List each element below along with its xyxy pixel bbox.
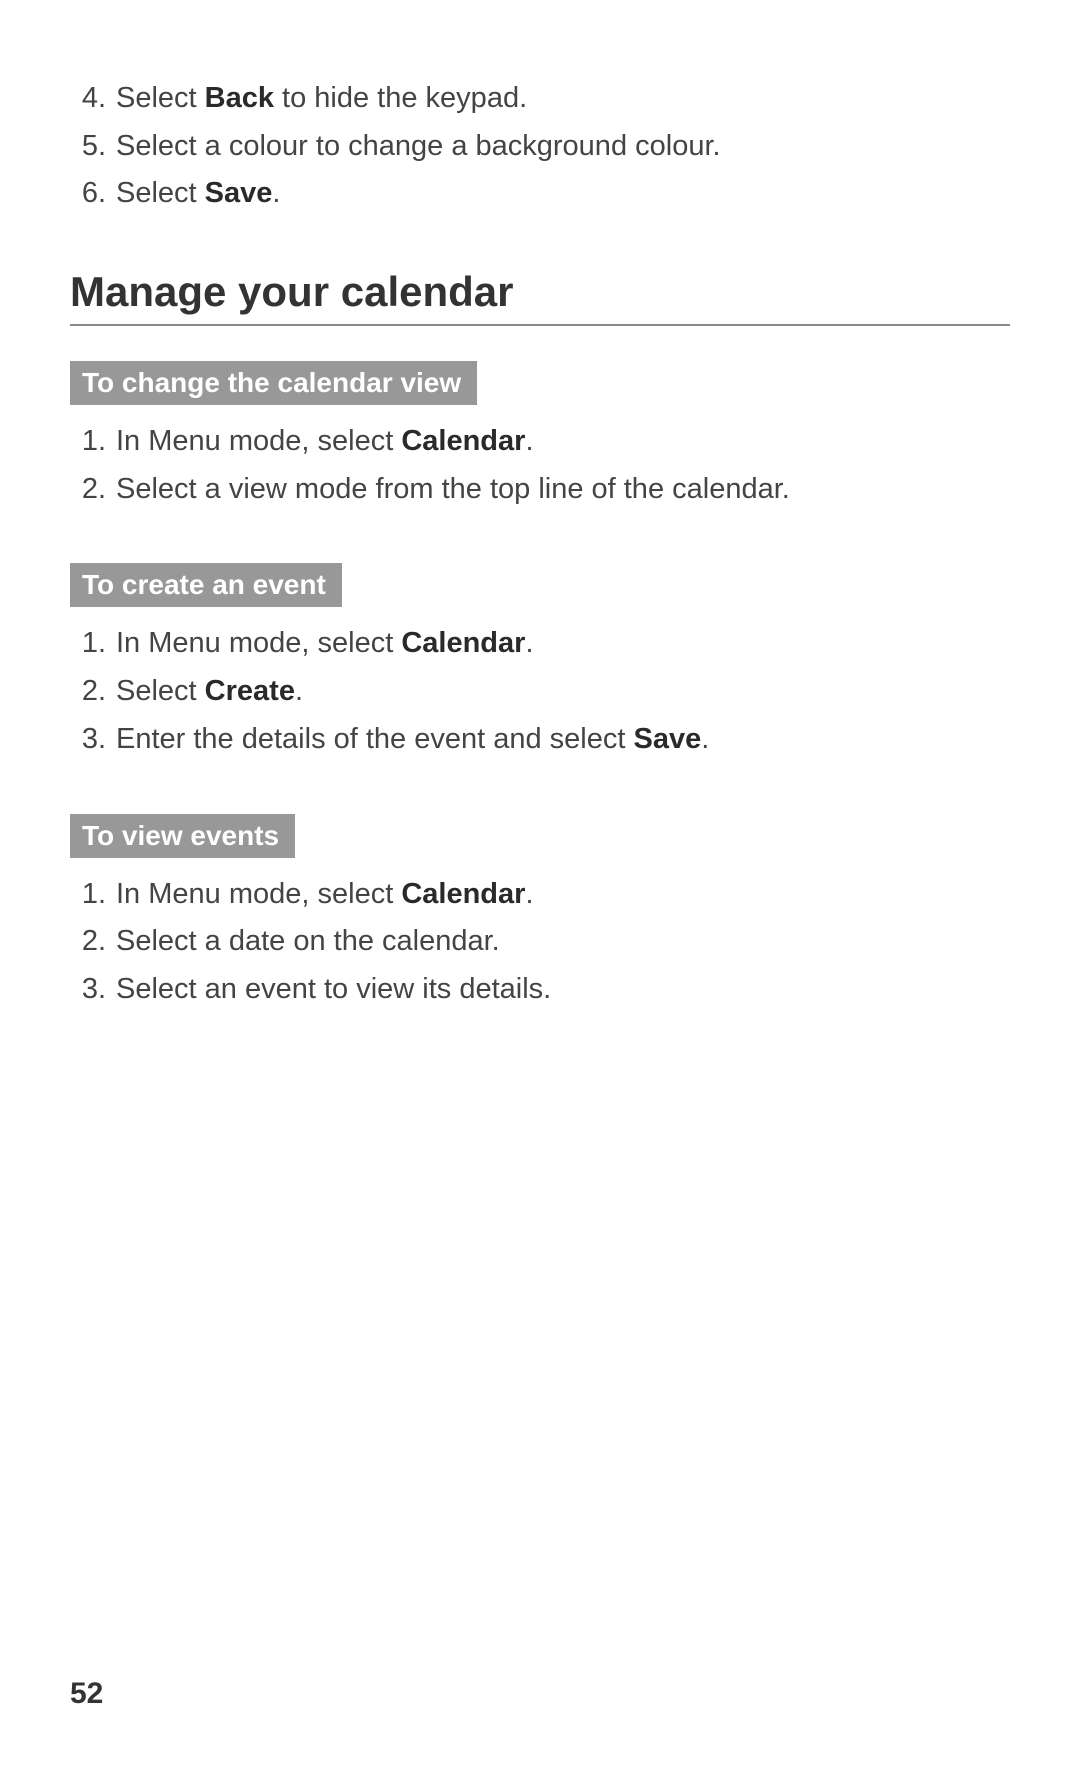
page-number: 52 <box>70 1677 103 1711</box>
list-number: 5. <box>70 128 116 166</box>
text-span: In Menu mode, select <box>116 878 401 910</box>
list-number: 2. <box>70 673 116 711</box>
bold-span: Save <box>634 723 702 755</box>
list-item: 2. Select a date on the calendar. <box>70 923 1010 961</box>
list-item: 2. Select a view mode from the top line … <box>70 471 1010 509</box>
top-ordered-list: 4. Select Back to hide the keypad. 5. Se… <box>70 80 1010 213</box>
list-number: 1. <box>70 423 116 461</box>
list-item: 1. In Menu mode, select Calendar. <box>70 876 1010 914</box>
list-item: 1. In Menu mode, select Calendar. <box>70 423 1010 461</box>
list-item: 2. Select Create. <box>70 673 1010 711</box>
subsection-title: To create an event <box>70 563 342 607</box>
list-item: 3. Select an event to view its details. <box>70 971 1010 1009</box>
list-text: Select an event to view its details. <box>116 971 1010 1009</box>
list-item: 3. Enter the details of the event and se… <box>70 721 1010 759</box>
text-span: . <box>701 723 709 755</box>
list-number: 1. <box>70 625 116 663</box>
text-span: Enter the details of the event and selec… <box>116 723 634 755</box>
text-span: . <box>525 627 533 659</box>
subsection-title: To change the calendar view <box>70 361 477 405</box>
text-span: Select an event to view its details. <box>116 973 551 1005</box>
list-item: 6. Select Save. <box>70 175 1010 213</box>
list-text: Select Create. <box>116 673 1010 711</box>
bold-span: Create <box>205 675 295 707</box>
list-number: 3. <box>70 721 116 759</box>
text-span: . <box>295 675 303 707</box>
text-span: . <box>525 878 533 910</box>
list-number: 4. <box>70 80 116 118</box>
text-span: Select <box>116 675 205 707</box>
list-number: 2. <box>70 923 116 961</box>
document-page: 4. Select Back to hide the keypad. 5. Se… <box>0 0 1080 1771</box>
bold-span: Calendar <box>401 627 525 659</box>
subsection-title: To view events <box>70 814 295 858</box>
ordered-list: 1. In Menu mode, select Calendar. 2. Sel… <box>70 876 1010 1009</box>
list-item: 5. Select a colour to change a backgroun… <box>70 128 1010 166</box>
ordered-list: 1. In Menu mode, select Calendar. 2. Sel… <box>70 423 1010 508</box>
list-text: In Menu mode, select Calendar. <box>116 423 1010 461</box>
list-text: Select Save. <box>116 175 1010 213</box>
list-number: 3. <box>70 971 116 1009</box>
bold-span: Save <box>205 177 273 209</box>
list-item: 4. Select Back to hide the keypad. <box>70 80 1010 118</box>
list-item: 1. In Menu mode, select Calendar. <box>70 625 1010 663</box>
text-span: In Menu mode, select <box>116 627 401 659</box>
list-number: 2. <box>70 471 116 509</box>
list-text: Select Back to hide the keypad. <box>116 80 1010 118</box>
bold-span: Calendar <box>401 425 525 457</box>
text-span: Select <box>116 177 205 209</box>
list-text: In Menu mode, select Calendar. <box>116 625 1010 663</box>
list-number: 1. <box>70 876 116 914</box>
list-text: Select a date on the calendar. <box>116 923 1010 961</box>
text-span: . <box>525 425 533 457</box>
text-span: Select a colour to change a background c… <box>116 130 721 162</box>
text-span: . <box>272 177 280 209</box>
list-number: 6. <box>70 175 116 213</box>
text-span: In Menu mode, select <box>116 425 401 457</box>
bold-span: Back <box>205 82 274 114</box>
section-title: Manage your calendar <box>70 268 1010 326</box>
bold-span: Calendar <box>401 878 525 910</box>
text-span: Select a view mode from the top line of … <box>116 473 790 505</box>
list-text: Enter the details of the event and selec… <box>116 721 1010 759</box>
ordered-list: 1. In Menu mode, select Calendar. 2. Sel… <box>70 625 1010 758</box>
list-text: In Menu mode, select Calendar. <box>116 876 1010 914</box>
list-text: Select a colour to change a background c… <box>116 128 1010 166</box>
text-span: Select a date on the calendar. <box>116 925 500 957</box>
list-text: Select a view mode from the top line of … <box>116 471 1010 509</box>
text-span: to hide the keypad. <box>274 82 527 114</box>
text-span: Select <box>116 82 205 114</box>
